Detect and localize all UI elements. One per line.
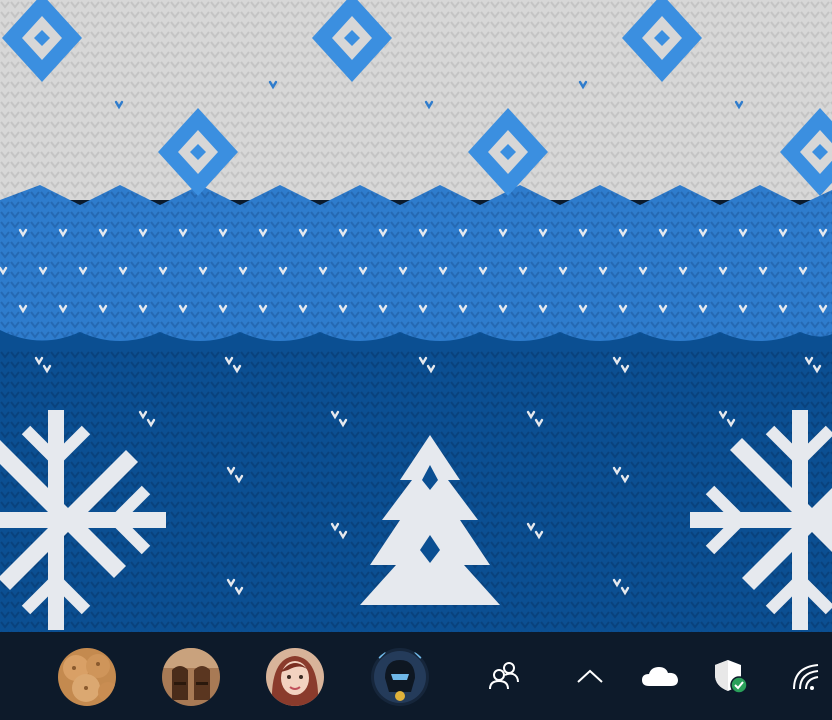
taskbar	[0, 632, 832, 720]
chevron-up-icon	[577, 669, 603, 683]
cookies-avatar	[58, 648, 116, 706]
pinned-contact-helmet[interactable]	[371, 648, 429, 706]
desktop-wallpaper	[0, 0, 832, 632]
wifi-icon	[793, 664, 819, 690]
helmet-avatar	[371, 648, 429, 706]
show-hidden-icons-button[interactable]	[566, 648, 614, 704]
pinned-contact-cookies[interactable]	[58, 648, 116, 706]
boots-avatar	[162, 648, 220, 706]
cloud-icon	[642, 667, 678, 686]
onedrive-button[interactable]	[636, 648, 684, 704]
portrait-avatar	[266, 648, 324, 706]
people-icon	[489, 662, 519, 690]
defender-button[interactable]	[706, 648, 754, 704]
pinned-contact-boots[interactable]	[162, 648, 220, 706]
network-button[interactable]	[784, 648, 832, 704]
people-button[interactable]	[480, 648, 528, 704]
shield-check-icon	[715, 660, 748, 694]
pinned-contact-woman[interactable]	[266, 648, 324, 706]
knit-pattern	[0, 0, 832, 632]
